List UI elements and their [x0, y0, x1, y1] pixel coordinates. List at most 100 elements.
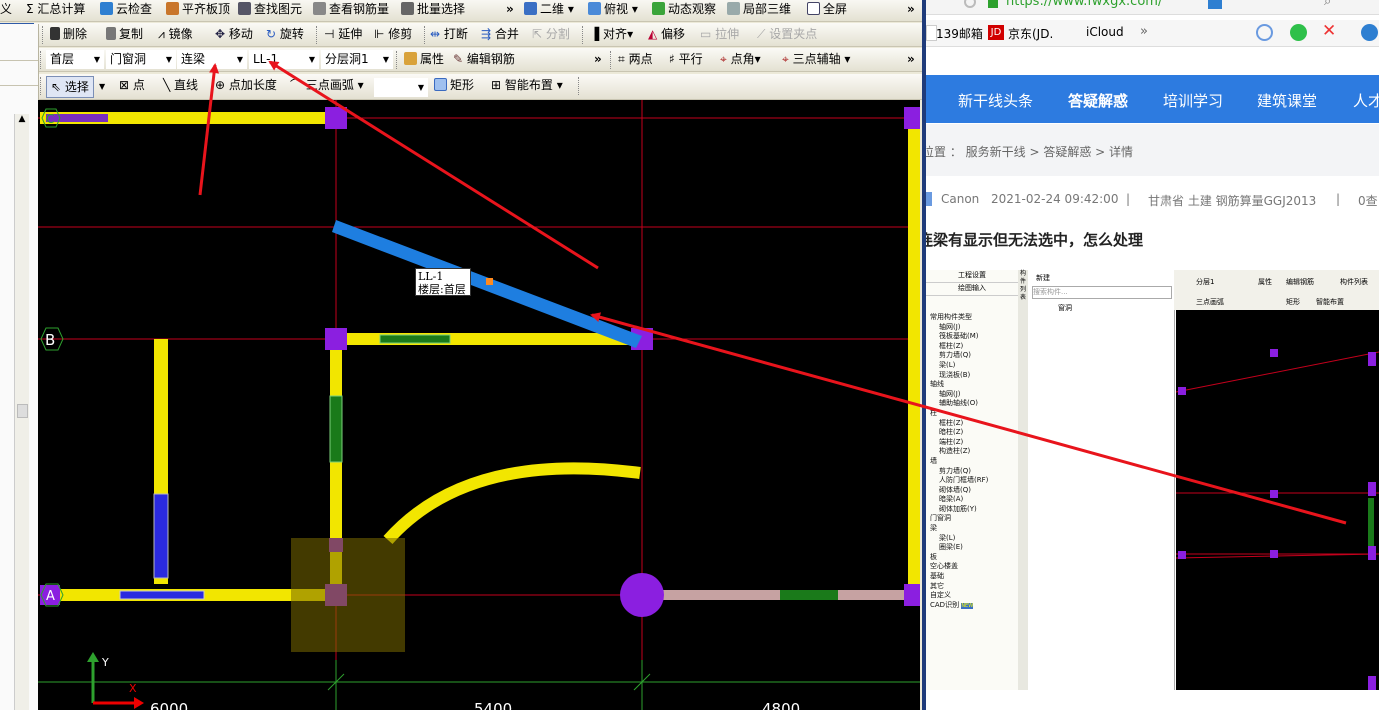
search-icon[interactable]: ⌕: [1324, 0, 1331, 9]
align-slab-button[interactable]: 平齐板顶: [166, 0, 230, 20]
toolbar-grip: [42, 26, 45, 44]
three-point-aux-dropdown[interactable]: ⌖ 三点辅轴 ▾: [782, 48, 850, 70]
meta-separator: |: [1126, 192, 1131, 206]
shot-column: [1270, 349, 1278, 357]
edit-rebar-button[interactable]: ✎ 编辑钢筋: [453, 48, 515, 70]
browser-window: https://www.fwxgx.com/ ⌕ 139邮箱 JD 京东(JD.…: [926, 0, 1379, 710]
smart-layout-dropdown[interactable]: ⊞ 智能布置 ▾: [491, 74, 563, 96]
rotate-button[interactable]: ↻ 旋转: [266, 23, 304, 45]
wechat-ext-icon[interactable]: [1290, 24, 1307, 41]
rect-tool-button[interactable]: 矩形: [434, 74, 474, 96]
point-angle-dropdown[interactable]: ⌖ 点角▾: [720, 48, 761, 70]
bookmark-139mail[interactable]: 139邮箱: [936, 25, 983, 42]
three-point-arc-dropdown[interactable]: ⌒ 三点画弧 ▾: [290, 74, 364, 96]
floor-select[interactable]: 首层 ▼: [46, 50, 104, 69]
select-mode-dropdown[interactable]: ▼: [99, 74, 105, 96]
element-select[interactable]: LL-1 ▼: [249, 50, 319, 69]
sum-calc-button[interactable]: Σ 汇总计算: [26, 0, 85, 20]
scroll-thumb[interactable]: [17, 404, 28, 418]
tree-node: 框柱(Z): [939, 418, 964, 427]
element-tree-panel-collapsed: ▲: [0, 24, 39, 710]
nav-headlines[interactable]: 新干线头条: [958, 90, 1033, 111]
delete-button[interactable]: 删除: [50, 23, 87, 45]
binoculars-icon: [238, 2, 251, 15]
nav-talent[interactable]: 人才: [1353, 90, 1379, 111]
copy-button[interactable]: 复制: [106, 23, 143, 45]
post-author[interactable]: Canon: [941, 192, 979, 206]
properties-button[interactable]: 属性: [404, 48, 444, 70]
offset-button[interactable]: ◭ 偏移: [648, 23, 685, 45]
top-view-dropdown[interactable]: 俯视 ▾: [588, 0, 638, 20]
set-grip-button[interactable]: ⟋ 设置夹点: [757, 23, 817, 45]
reload-icon[interactable]: [964, 0, 976, 8]
batch-select-button[interactable]: 批量选择: [401, 0, 465, 20]
account-ext-icon[interactable]: [1361, 24, 1378, 41]
bookmark-icloud[interactable]: iCloud: [1086, 25, 1124, 39]
minimize-ext-icon[interactable]: [1256, 24, 1273, 41]
toolbar3-overflow-right[interactable]: »: [907, 48, 915, 70]
bookmarks-bar: 139邮箱 JD 京东(JD. iCloud » ✕: [926, 20, 1379, 47]
tree-node: 自定义: [930, 591, 951, 600]
define-button[interactable]: 义: [0, 0, 12, 20]
tree-node: 构造柱(Z): [939, 447, 971, 456]
toolbar-more-button[interactable]: »: [506, 0, 514, 20]
shot-canvas: [1176, 310, 1379, 690]
point-length-button[interactable]: ⊕ 点加长度: [215, 74, 277, 96]
stretch-button[interactable]: ▭ 拉伸: [700, 23, 739, 45]
bookmarks-more[interactable]: »: [1140, 24, 1148, 39]
two-points-aux-button[interactable]: ⌗ 两点: [618, 48, 653, 70]
split-button[interactable]: ⇱ 分割: [532, 23, 570, 45]
nav-classroom[interactable]: 建筑课堂: [1257, 90, 1317, 111]
toolbar1-overflow[interactable]: »: [907, 0, 915, 20]
breadcrumb[interactable]: 位置 ： 服务新干线 > 答疑解惑 > 详情: [926, 143, 1133, 160]
tree-node: 常用构件类型: [930, 313, 972, 321]
tree-node: 梁: [930, 524, 937, 533]
point-tool-button[interactable]: ⊠ 点: [119, 74, 145, 96]
parallel-aux-button[interactable]: ♯ 平行: [669, 48, 703, 70]
plan-drawing[interactable]: B A C 6000 5400 4800 Y X: [38, 100, 920, 710]
embedded-screenshot[interactable]: 工程设置 绘图输入 常用构件类型 轴网(J) 筏板基础(M) 框柱(Z) 剪力墙…: [926, 270, 1379, 710]
url-text[interactable]: https://www.fwxgx.com/: [1006, 0, 1162, 9]
merge-button[interactable]: ⇶ 合并: [481, 23, 519, 45]
address-bar[interactable]: https://www.fwxgx.com/ ⌕: [926, 0, 1379, 15]
cursor-icon: ⇖: [51, 80, 65, 94]
select-tool-button[interactable]: ⇖ 选择: [46, 76, 94, 98]
local-3d-button[interactable]: 局部三维: [727, 0, 791, 20]
find-element-button[interactable]: 查找图元: [238, 0, 302, 20]
tree-node: 轴网(J): [939, 322, 961, 331]
extend-icon: ⊣: [324, 27, 339, 41]
extend-button[interactable]: ⊣ 延伸: [324, 23, 362, 45]
break-button[interactable]: ⇹ 打断: [430, 23, 468, 45]
nav-qa[interactable]: 答疑解惑: [1068, 90, 1128, 111]
dynamic-view-button[interactable]: 动态观察: [652, 0, 716, 20]
line-tool-button[interactable]: ╲ 直线: [163, 74, 198, 96]
type-select[interactable]: 连梁 ▼: [177, 50, 247, 69]
drawing-canvas[interactable]: B A C 6000 5400 4800 Y X LL-1 楼层:首层: [38, 100, 920, 710]
scroll-up-icon[interactable]: ▲: [15, 114, 29, 128]
layer-select[interactable]: 分层洞1 ▼: [321, 50, 393, 69]
column: [904, 107, 920, 129]
local-3d-icon: [727, 2, 740, 15]
category-select[interactable]: 门窗洞 ▼: [106, 50, 176, 69]
view-rebar-button[interactable]: 查看钢筋量: [313, 0, 389, 20]
apps-icon[interactable]: [1208, 0, 1222, 9]
vertical-scrollbar[interactable]: ▲: [14, 114, 29, 710]
tree-node: 轴线: [930, 380, 944, 389]
move-button[interactable]: ✥ 移动: [215, 23, 253, 45]
tools-ext-icon[interactable]: ✕: [1322, 21, 1336, 41]
tree-node: 轴网(J): [939, 389, 961, 398]
toolbar-grip: [582, 26, 585, 44]
nav-training[interactable]: 培训学习: [1163, 90, 1223, 111]
fullscreen-button[interactable]: 全屏: [807, 0, 847, 20]
jd-logo-icon: JD: [988, 25, 1004, 40]
mirror-button[interactable]: ⩘ 镜像: [158, 23, 193, 45]
door-vertical: [153, 493, 169, 579]
view-2d-dropdown[interactable]: 二维 ▾: [524, 0, 574, 20]
arc-option-select[interactable]: ▼: [374, 78, 428, 97]
shot-tree: 常用构件类型 轴网(J) 筏板基础(M) 框柱(Z) 剪力墙(Q) 梁(L) 现…: [930, 313, 988, 611]
trim-button[interactable]: ⊩ 修剪: [374, 23, 412, 45]
bookmark-jd[interactable]: 京东(JD.: [1008, 25, 1053, 42]
cloud-check-button[interactable]: 云检查: [100, 0, 152, 20]
align-dropdown[interactable]: ▐ 对齐▾: [590, 23, 633, 45]
toolbar3-overflow[interactable]: »: [594, 48, 602, 70]
